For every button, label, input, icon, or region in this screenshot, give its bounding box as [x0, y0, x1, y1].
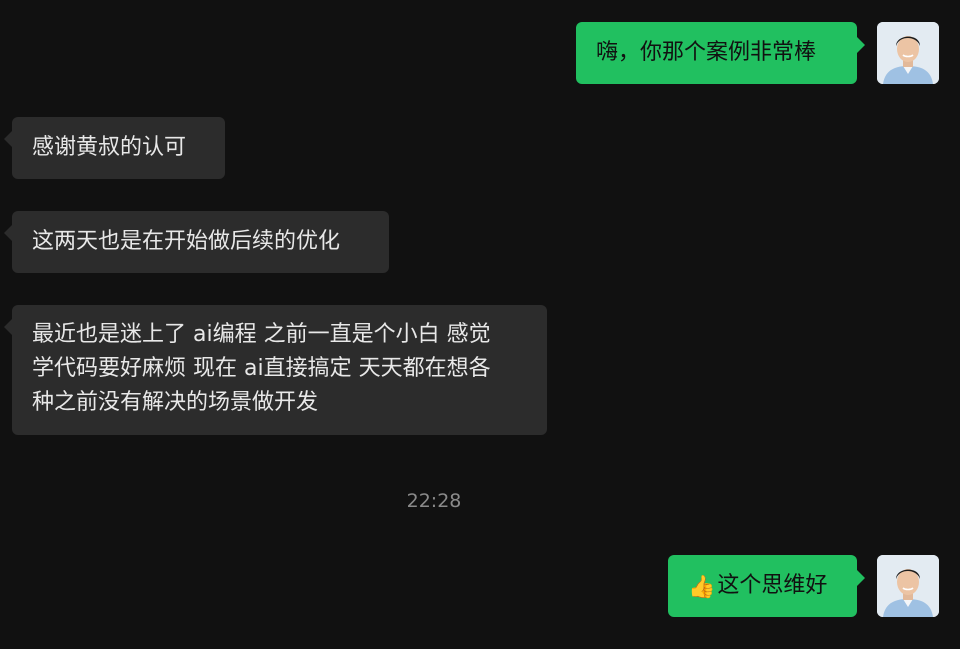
message-bubble-outgoing[interactable]: 嗨，你那个案例非常棒 [576, 22, 865, 84]
message-text: 嗨，你那个案例非常棒 [596, 40, 817, 65]
message-text: 感谢黄叔的认可 [32, 135, 187, 160]
message-bubble-outgoing[interactable]: 👍这个思维好 [668, 555, 865, 617]
message-bubble-incoming[interactable]: 感谢黄叔的认可 [4, 117, 225, 179]
avatar-photo-icon [877, 22, 939, 84]
user-avatar[interactable] [877, 555, 939, 617]
message-text-line: 种之前没有解决的场景做开发 [32, 390, 319, 415]
avatar-photo-icon [877, 555, 939, 617]
message-text-wrapper: 👍这个思维好 [688, 569, 837, 605]
message-text-line: 学代码要好麻烦 现在 ai直接搞定 天天都在想各 [32, 356, 491, 381]
message-timestamp: 22:28 [406, 490, 462, 512]
message-text-line: 最近也是迷上了 ai编程 之前一直是个小白 感觉 [32, 322, 491, 347]
user-avatar[interactable] [877, 22, 939, 84]
message-bubble-incoming[interactable]: 这两天也是在开始做后续的优化 [4, 211, 389, 273]
thumbs-up-icon: 👍 [688, 575, 716, 600]
message-text: 这个思维好 [717, 573, 828, 598]
message-text: 这两天也是在开始做后续的优化 [32, 229, 341, 254]
message-bubble-incoming[interactable]: 最近也是迷上了 ai编程 之前一直是个小白 感觉 学代码要好麻烦 现在 ai直接… [4, 305, 547, 435]
